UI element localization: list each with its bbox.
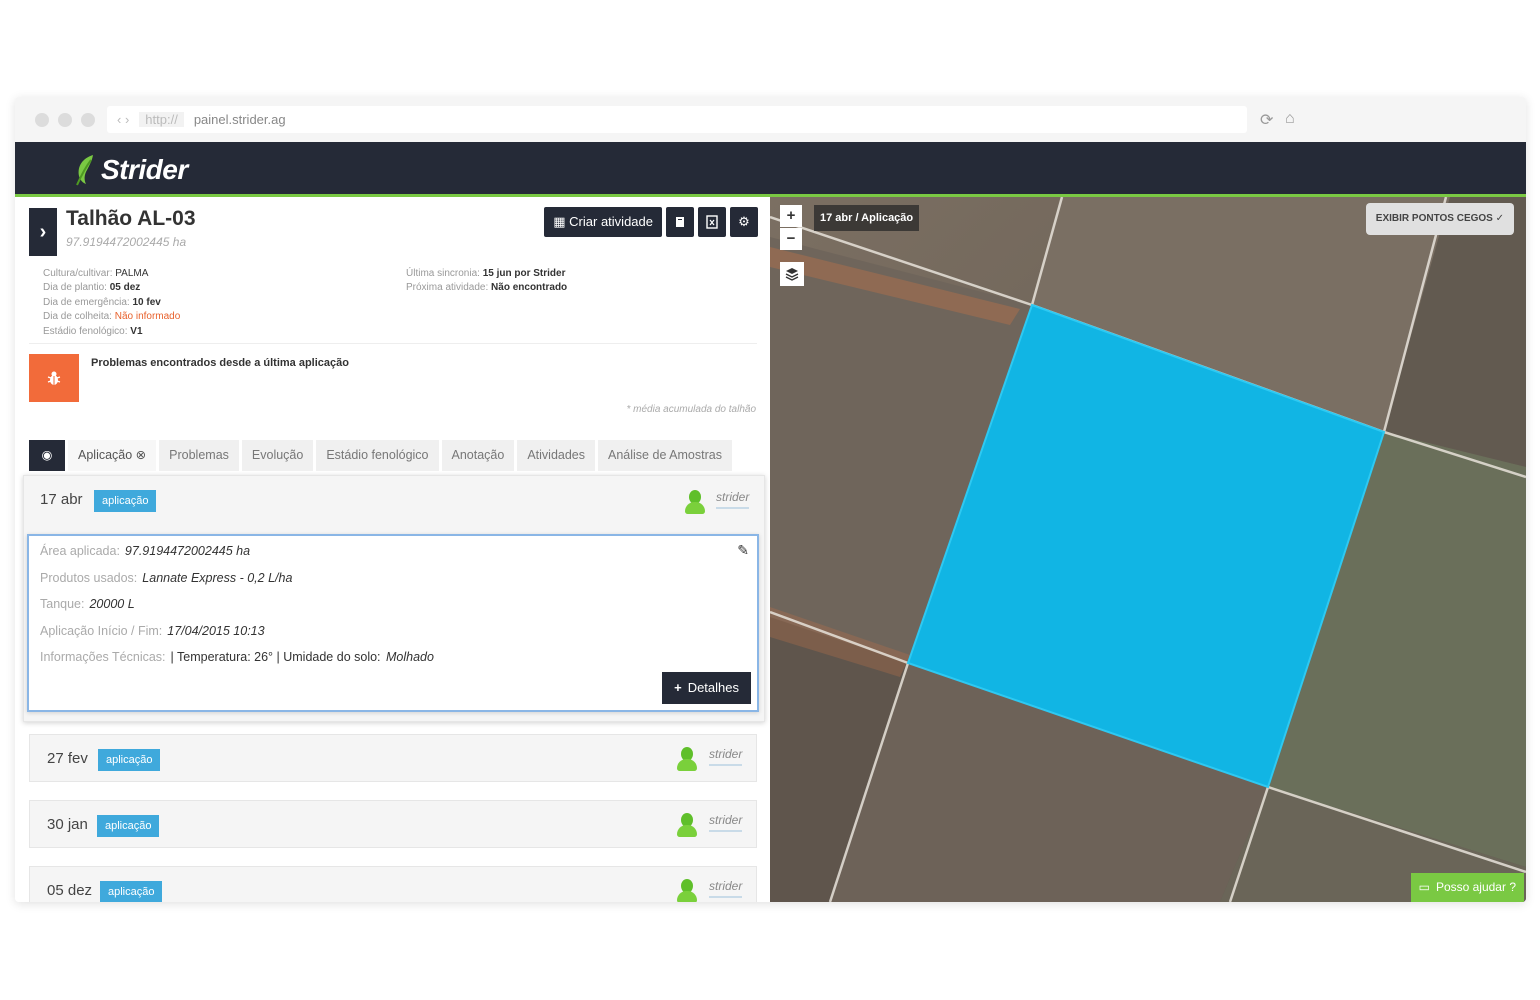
field-info-right: Última sincronia: 15 jun por Strider Pró… bbox=[406, 267, 567, 296]
calendar-icon: ▦ bbox=[553, 214, 566, 229]
entry-user[interactable]: strider bbox=[709, 747, 743, 766]
layers-button[interactable] bbox=[780, 262, 804, 286]
tab-aplicacao[interactable]: Aplicação ⊗ bbox=[68, 440, 157, 471]
panel-toggle-button[interactable]: › bbox=[29, 208, 57, 256]
info-row: Dia de plantio: 05 dez bbox=[43, 282, 141, 294]
detail-tech-row: Informações Técnicas: | Temperatura: 26° … bbox=[40, 650, 434, 664]
app-header: Strider bbox=[15, 142, 1526, 197]
field-panel: › Talhão AL-03 97.9194472002445 ha ▦ Cri… bbox=[15, 197, 770, 902]
tab-anotacao[interactable]: Anotação bbox=[441, 440, 515, 471]
activity-entry[interactable]: 30 jan aplicação strider bbox=[29, 800, 757, 848]
reload-icon[interactable]: ⟳ bbox=[1260, 110, 1273, 130]
bug-icon bbox=[47, 371, 61, 385]
application-detail-card: ✎ Área aplicada: 97.9194472002445 ha Prod… bbox=[27, 534, 759, 712]
entry-badge: aplicação bbox=[98, 749, 161, 771]
detail-period-row: Aplicação Início / Fim: 17/04/2015 10:13 bbox=[40, 624, 265, 638]
entry-badge: aplicação bbox=[97, 815, 160, 837]
edit-pencil-icon[interactable]: ✎ bbox=[737, 542, 749, 559]
target-icon: ◉ bbox=[41, 448, 53, 462]
entry-date: 27 fev bbox=[47, 750, 88, 767]
entry-user[interactable]: strider bbox=[709, 813, 743, 832]
gear-icon: ⚙ bbox=[738, 214, 750, 229]
entry-badge: aplicação bbox=[100, 881, 163, 902]
zoom-in-button[interactable]: + bbox=[780, 205, 802, 227]
tab-problemas[interactable]: Problemas bbox=[159, 440, 239, 471]
field-info-left: Cultura/cultivar: PALMA Dia de plantio: … bbox=[43, 267, 180, 339]
leaf-logo-icon bbox=[76, 155, 93, 186]
entry-date: 30 jan bbox=[47, 816, 88, 833]
notebook-button[interactable] bbox=[666, 207, 694, 237]
entry-date: 17 abr bbox=[40, 491, 83, 508]
settings-button[interactable]: ⚙ bbox=[730, 207, 758, 237]
problems-text: Problemas encontrados desde a última apl… bbox=[91, 357, 349, 369]
url-text: painel.strider.ag bbox=[193, 112, 286, 127]
plus-icon: + bbox=[674, 680, 682, 695]
tab-bar: ◉ Aplicação ⊗ Problemas Evolução Estádio… bbox=[29, 440, 732, 471]
chat-icon: ▭ bbox=[1418, 880, 1430, 894]
notebook-icon bbox=[676, 217, 684, 227]
field-area: 97.9194472002445 ha bbox=[66, 235, 187, 249]
window-minimize-dot[interactable] bbox=[58, 113, 72, 127]
entry-date: 05 dez bbox=[47, 882, 93, 899]
window-close-dot[interactable] bbox=[35, 113, 49, 127]
tab-atividades[interactable]: Atividades bbox=[517, 440, 596, 471]
tab-estadio-fenologico[interactable]: Estádio fenológico bbox=[316, 440, 439, 471]
browser-chrome: ‹ › http:// painel.strider.ag ⟳ ⌂ bbox=[15, 97, 1526, 142]
brand-name: Strider bbox=[101, 154, 188, 185]
create-activity-button[interactable]: ▦ Criar atividade bbox=[544, 207, 662, 237]
detail-tank-row: Tanque: 20000 L bbox=[40, 597, 135, 611]
field-toolbar: ▦ Criar atividade ⚙ bbox=[544, 207, 758, 237]
user-avatar-icon bbox=[685, 490, 705, 514]
info-row: Cultura/cultivar: PALMA bbox=[43, 268, 149, 279]
info-row: Dia de emergência: 10 fev bbox=[43, 296, 161, 308]
info-row: Próxima atividade: Não encontrado bbox=[406, 282, 568, 294]
report-button[interactable] bbox=[698, 207, 726, 237]
tab-target[interactable]: ◉ bbox=[29, 440, 65, 471]
protocol-label: http:// bbox=[139, 112, 184, 127]
show-blind-spots-button[interactable]: EXIBIR PONTOS CEGOS ✓ bbox=[1365, 203, 1514, 235]
detail-products-row: Produtos usados: Lannate Express - 0,2 L/… bbox=[40, 571, 293, 585]
divider bbox=[29, 343, 757, 344]
browser-window: ‹ › http://painel.strider.ag ⟳ ⌂ Strider … bbox=[15, 97, 1526, 902]
info-row: Estádio fenológico: V1 bbox=[43, 325, 143, 337]
average-note: * média acumulada do talhão bbox=[626, 404, 756, 415]
entry-badge: aplicação bbox=[94, 490, 157, 512]
detail-area-row: Área aplicada: 97.9194472002445 ha bbox=[40, 544, 251, 558]
map-layer-label: 17 abr / Aplicação bbox=[814, 205, 920, 231]
layers-icon bbox=[785, 268, 799, 281]
address-bar[interactable]: ‹ › http:// painel.strider.ag bbox=[107, 106, 1247, 133]
home-icon[interactable]: ⌂ bbox=[1285, 110, 1295, 128]
info-row: Dia de colheita: Não informado bbox=[43, 311, 181, 323]
user-avatar-icon bbox=[677, 879, 697, 902]
window-maximize-dot[interactable] bbox=[81, 113, 95, 127]
satellite-map[interactable] bbox=[770, 197, 1526, 902]
report-icon bbox=[706, 215, 718, 229]
user-avatar-icon bbox=[677, 813, 697, 837]
entry-user[interactable]: strider bbox=[716, 490, 750, 509]
tab-analise-amostras[interactable]: Análise de Amostras bbox=[598, 440, 732, 471]
strider-logo[interactable]: Strider bbox=[75, 154, 188, 186]
field-title: Talhão AL-03 bbox=[66, 207, 196, 230]
activity-entry[interactable]: 05 dez aplicação strider bbox=[29, 866, 757, 902]
details-button[interactable]: + Detalhes bbox=[662, 672, 751, 704]
map-view[interactable]: + − 17 abr / Aplicação EXIBIR PONTOS CEG… bbox=[770, 197, 1526, 902]
help-chat-button[interactable]: ▭ Posso ajudar ? bbox=[1410, 873, 1524, 902]
info-row: Última sincronia: 15 jun por Strider bbox=[406, 268, 566, 279]
nav-arrows-icon[interactable]: ‹ › bbox=[117, 112, 129, 127]
tab-evolucao[interactable]: Evolução bbox=[241, 440, 314, 471]
activity-entry[interactable]: 27 fev aplicação strider bbox=[29, 734, 757, 782]
zoom-out-button[interactable]: − bbox=[780, 228, 802, 250]
create-activity-label: Criar atividade bbox=[569, 214, 653, 229]
problems-box[interactable] bbox=[29, 354, 79, 402]
entry-user[interactable]: strider bbox=[709, 879, 743, 898]
user-avatar-icon bbox=[677, 747, 697, 771]
